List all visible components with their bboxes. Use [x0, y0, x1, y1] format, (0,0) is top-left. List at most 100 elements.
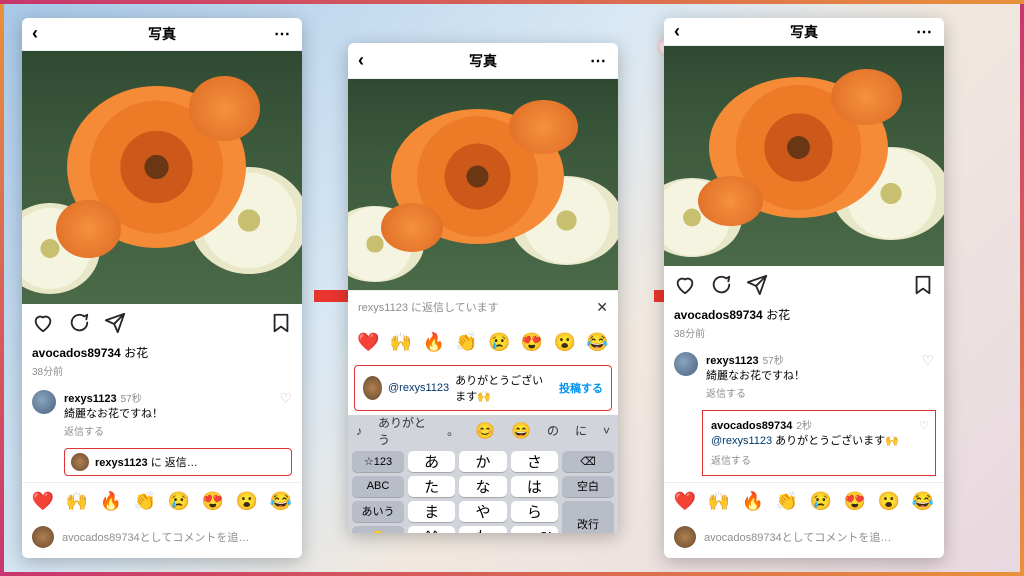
- chevron-down-icon[interactable]: ˅: [595, 424, 618, 438]
- header-title: 写真: [148, 24, 176, 44]
- key-mode-num[interactable]: ☆123: [352, 451, 404, 472]
- bookmark-icon[interactable]: [270, 312, 292, 340]
- emoji[interactable]: 😢: [488, 332, 510, 353]
- key-mode-emoji[interactable]: 😀: [352, 526, 404, 533]
- replying-text: rexys1123 に返信しています: [358, 299, 499, 315]
- share-icon[interactable]: [104, 312, 126, 340]
- emoji[interactable]: 🔥: [423, 332, 445, 353]
- like-comment-icon[interactable]: ♡: [919, 419, 929, 432]
- emoji[interactable]: 👏: [455, 332, 477, 353]
- key-mode-kana[interactable]: あいう: [352, 501, 404, 522]
- reply-age: 2秒: [796, 421, 812, 432]
- key[interactable]: は: [511, 476, 558, 497]
- add-comment-field[interactable]: avocados89734としてコメントを追…: [664, 520, 944, 558]
- key[interactable]: ま: [408, 501, 455, 522]
- emoji[interactable]: 😂: [912, 491, 934, 512]
- comment-username[interactable]: rexys1123: [64, 393, 117, 405]
- emoji[interactable]: 😂: [270, 491, 292, 512]
- suggestion[interactable]: ♪: [348, 424, 370, 438]
- more-icon[interactable]: ⋯: [274, 24, 292, 44]
- emoji[interactable]: 🙌: [390, 332, 412, 353]
- emoji[interactable]: 😍: [844, 491, 866, 512]
- suggestion[interactable]: 。: [439, 422, 467, 439]
- mention-tag[interactable]: @rexys1123: [711, 435, 772, 447]
- emoji[interactable]: 😂: [586, 332, 608, 353]
- emoji[interactable]: 😍: [521, 332, 543, 353]
- emoji[interactable]: 😍: [202, 491, 224, 512]
- emoji[interactable]: 🔥: [742, 491, 764, 512]
- suggestion[interactable]: の: [539, 422, 567, 439]
- post-photo[interactable]: [664, 46, 944, 266]
- reply-username[interactable]: avocados89734: [711, 420, 792, 432]
- post-caption: お花: [766, 308, 790, 322]
- bookmark-icon[interactable]: [912, 274, 934, 302]
- key[interactable]: た: [408, 476, 455, 497]
- key-mode-abc[interactable]: ABC: [352, 476, 404, 497]
- emoji[interactable]: 😮: [878, 491, 900, 512]
- emoji[interactable]: ❤️: [357, 332, 379, 353]
- avatar[interactable]: [674, 352, 698, 376]
- comment-username[interactable]: rexys1123: [706, 355, 759, 367]
- post-photo[interactable]: [22, 51, 302, 304]
- comment-icon[interactable]: [68, 312, 90, 340]
- like-comment-icon[interactable]: ♡: [921, 352, 934, 369]
- key[interactable]: あ: [408, 451, 455, 472]
- emoji[interactable]: 👏: [134, 491, 156, 512]
- suggestion[interactable]: ありがとう: [370, 414, 439, 448]
- post-button[interactable]: 投稿する: [559, 380, 603, 396]
- emoji-quickbar: ❤️ 🙌 🔥 👏 😢 😍 😮 😂: [664, 482, 944, 520]
- emoji[interactable]: ❤️: [32, 491, 54, 512]
- key[interactable]: さ: [511, 451, 558, 472]
- post-username[interactable]: avocados89734: [674, 308, 763, 322]
- like-icon[interactable]: [674, 274, 696, 302]
- key-return[interactable]: 改行: [562, 501, 614, 533]
- comment-icon[interactable]: [710, 274, 732, 302]
- emoji[interactable]: 😢: [810, 491, 832, 512]
- back-icon[interactable]: ‹: [358, 50, 364, 71]
- emoji[interactable]: 😮: [554, 332, 576, 353]
- emoji[interactable]: 😢: [168, 491, 190, 512]
- key-backspace[interactable]: ⌫: [562, 451, 614, 472]
- reply-button[interactable]: 返信する: [711, 452, 927, 467]
- back-icon[interactable]: ‹: [674, 21, 680, 42]
- key[interactable]: か: [459, 451, 506, 472]
- comment-age: 57秒: [763, 356, 784, 367]
- close-icon[interactable]: ✕: [596, 299, 608, 316]
- like-comment-icon[interactable]: ♡: [279, 390, 292, 407]
- comment-input-row[interactable]: @rexys1123 ありがとうございます🙌 投稿する: [354, 365, 612, 411]
- suggestion[interactable]: 😊: [467, 421, 503, 441]
- suggestion[interactable]: に: [567, 422, 595, 439]
- key[interactable]: わ: [459, 526, 506, 533]
- replying-indicator: rexys1123 に返信しています ✕: [348, 290, 618, 324]
- nested-reply: ♡ avocados897342秒 @rexys1123 ありがとうございます🙌…: [702, 410, 936, 476]
- suggestion[interactable]: 😄: [503, 421, 539, 441]
- emoji[interactable]: 🙌: [708, 491, 730, 512]
- add-comment-field[interactable]: avocados89734としてコメントを追…: [22, 520, 302, 558]
- key[interactable]: ^^: [408, 526, 455, 533]
- emoji[interactable]: 👏: [776, 491, 798, 512]
- more-icon[interactable]: ⋯: [916, 22, 934, 42]
- emoji[interactable]: 🔥: [100, 491, 122, 512]
- like-icon[interactable]: [32, 312, 54, 340]
- more-icon[interactable]: ⋯: [590, 51, 608, 71]
- key[interactable]: な: [459, 476, 506, 497]
- share-icon[interactable]: [746, 274, 768, 302]
- reply-button[interactable]: 返信する: [64, 423, 271, 438]
- back-icon[interactable]: ‹: [32, 23, 38, 44]
- post-caption: お花: [124, 346, 148, 360]
- key[interactable]: や: [459, 501, 506, 522]
- emoji[interactable]: 🙌: [66, 491, 88, 512]
- emoji[interactable]: 😮: [236, 491, 258, 512]
- key-space[interactable]: 空白: [562, 476, 614, 497]
- key[interactable]: 、。?!: [511, 526, 558, 533]
- avatar[interactable]: [32, 390, 56, 414]
- add-comment-placeholder: avocados89734としてコメントを追…: [62, 529, 249, 545]
- key[interactable]: ら: [511, 501, 558, 522]
- emoji[interactable]: ❤️: [674, 491, 696, 512]
- post-username[interactable]: avocados89734: [32, 346, 121, 360]
- reply-button[interactable]: 返信する: [706, 385, 913, 400]
- post-meta: avocados89734 お花 38分前: [664, 306, 944, 346]
- post-photo[interactable]: [348, 79, 618, 290]
- reply-inline-box[interactable]: rexys1123 に 返信…: [64, 448, 292, 476]
- avatar: [71, 453, 89, 471]
